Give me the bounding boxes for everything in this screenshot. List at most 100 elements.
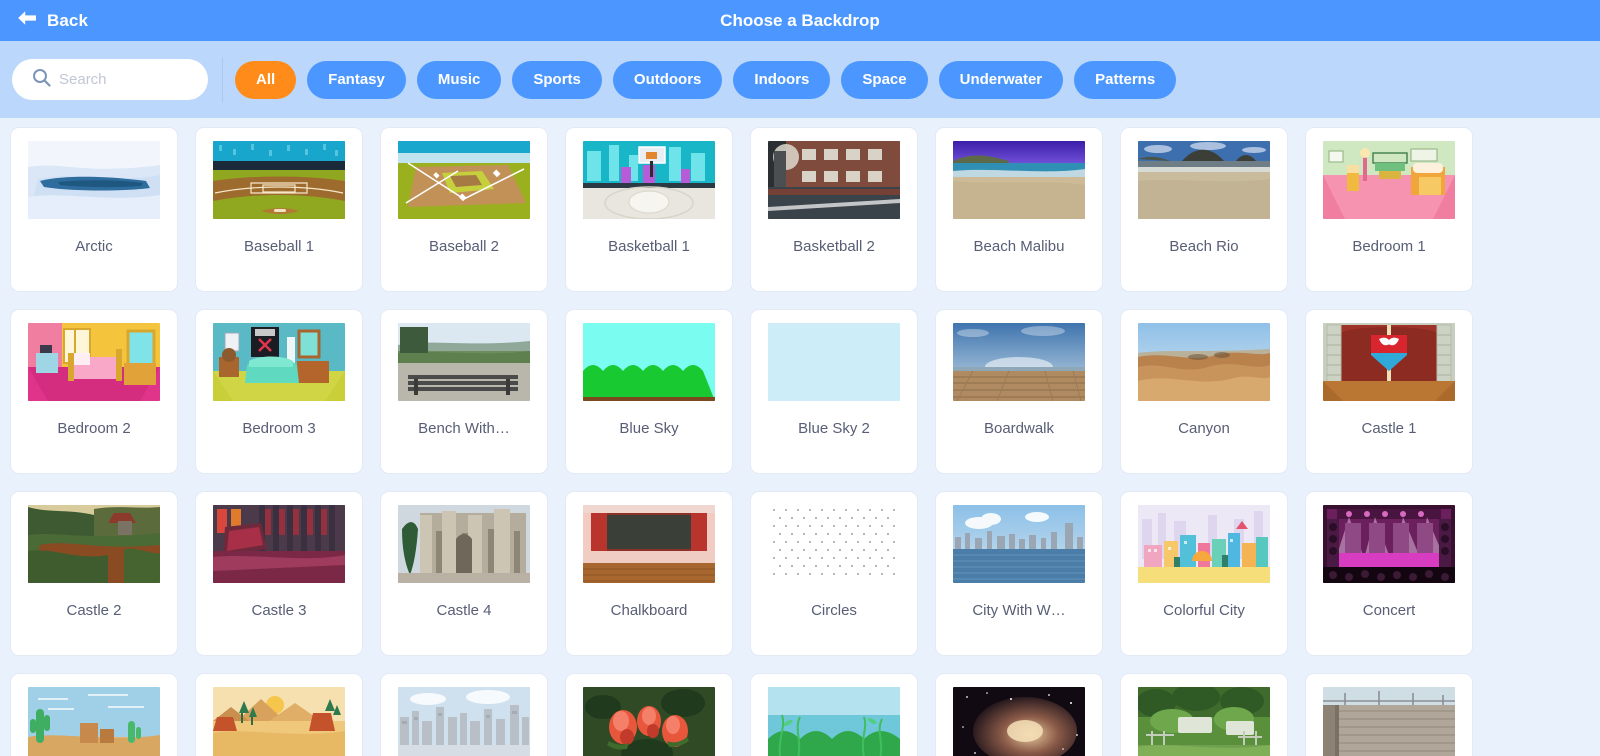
- backdrop-card[interactable]: Greek Theater: [1305, 673, 1473, 756]
- backdrop-label: Beach Rio: [1169, 238, 1239, 255]
- backdrop-card[interactable]: Desert 2: [195, 673, 363, 756]
- backdrop-thumbnail: [583, 141, 715, 219]
- backdrop-thumbnail: [28, 505, 160, 583]
- back-button[interactable]: Back: [0, 0, 104, 41]
- category-filter-fantasy[interactable]: Fantasy: [307, 60, 406, 99]
- backdrop-thumbnail: [953, 505, 1085, 583]
- backdrop-label: Bench With…: [418, 420, 510, 437]
- backdrop-thumbnail: [28, 141, 160, 219]
- backdrop-label: Chalkboard: [610, 602, 688, 619]
- back-label: Back: [47, 10, 89, 30]
- backdrop-card[interactable]: Bedroom 1: [1305, 127, 1473, 292]
- search-field-wrapper: [12, 59, 208, 100]
- category-filter-label: Indoors: [754, 71, 810, 88]
- backdrop-thumbnail: [583, 505, 715, 583]
- filter-divider: [222, 56, 223, 103]
- backdrop-label: Castle 4: [436, 602, 492, 619]
- backdrop-thumbnail: [398, 323, 530, 401]
- backdrop-thumbnail: [1138, 687, 1270, 756]
- category-filter-music[interactable]: Music: [416, 60, 502, 99]
- category-filter-patterns[interactable]: Patterns: [1074, 60, 1177, 99]
- backdrop-label: Basketball 1: [608, 238, 690, 255]
- backdrop-card[interactable]: Castle 4: [380, 491, 548, 656]
- backdrop-thumbnail: [1323, 505, 1455, 583]
- backdrop-label: Arctic: [75, 238, 113, 255]
- backdrop-thumbnail: [1138, 505, 1270, 583]
- backdrop-thumbnail: [953, 687, 1085, 756]
- backdrop-label: City With W…: [972, 602, 1066, 619]
- backdrop-card[interactable]: Beach Malibu: [935, 127, 1103, 292]
- backdrop-card[interactable]: Blue Sky: [565, 309, 733, 474]
- category-filter-label: Space: [862, 71, 907, 88]
- category-filter-indoors[interactable]: Indoors: [733, 60, 831, 99]
- backdrop-card[interactable]: Blue Sky 2: [750, 309, 918, 474]
- backdrop-card[interactable]: Castle 1: [1305, 309, 1473, 474]
- backdrop-thumbnail: [28, 687, 160, 756]
- backdrop-card[interactable]: Flowers: [750, 673, 918, 756]
- backdrop-label: Bedroom 2: [57, 420, 131, 437]
- backdrop-card[interactable]: Chalkboard: [565, 491, 733, 656]
- filter-bar: All Fantasy Music Sports Outdoors Indoors Spac…: [0, 41, 1600, 118]
- page-title: Choose a Backdrop: [720, 10, 880, 30]
- backdrop-thumbnail: [953, 323, 1085, 401]
- backdrop-card[interactable]: Bench With…: [380, 309, 548, 474]
- category-filter-label: Sports: [533, 71, 581, 88]
- category-filter-all[interactable]: All: [235, 60, 297, 99]
- backdrop-card[interactable]: Castle 2: [10, 491, 178, 656]
- backdrop-label: Castle 2: [66, 602, 122, 619]
- backdrop-thumbnail: [583, 687, 715, 756]
- backdrop-card[interactable]: Circles: [750, 491, 918, 656]
- backdrop-card[interactable]: Galaxy: [935, 673, 1103, 756]
- category-filter-outdoors[interactable]: Outdoors: [612, 60, 723, 99]
- backdrop-card[interactable]: Garden Rock: [1120, 673, 1288, 756]
- backdrop-label: Beach Malibu: [973, 238, 1065, 255]
- search-input[interactable]: [12, 59, 208, 100]
- backdrop-label: Bedroom 3: [242, 420, 316, 437]
- category-filter-sports[interactable]: Sports: [512, 60, 602, 99]
- backdrop-label: Blue Sky: [619, 420, 679, 437]
- backdrop-card[interactable]: Baseball 2: [380, 127, 548, 292]
- backdrop-card[interactable]: Arctic: [10, 127, 178, 292]
- backdrop-card[interactable]: City With W…: [935, 491, 1103, 656]
- backdrop-card[interactable]: Bedroom 3: [195, 309, 363, 474]
- backdrop-card[interactable]: Colorful City: [1120, 491, 1288, 656]
- backdrop-grid-scroll[interactable]: Arctic Baseball 1 Baseball 2 Basketball …: [0, 118, 1600, 756]
- category-filter-space[interactable]: Space: [841, 60, 928, 99]
- category-filter-label: Patterns: [1095, 71, 1156, 88]
- backdrop-label: Canyon: [1178, 420, 1230, 437]
- backdrop-thumbnail: [1323, 687, 1455, 756]
- backdrop-card[interactable]: Basketball 2: [750, 127, 918, 292]
- backdrop-thumbnail: [398, 141, 530, 219]
- backdrop-card[interactable]: Canyon: [1120, 309, 1288, 474]
- backdrop-thumbnail: [768, 141, 900, 219]
- backdrop-thumbnail: [213, 505, 345, 583]
- backdrop-card[interactable]: Basketball 1: [565, 127, 733, 292]
- backdrop-card[interactable]: Castle 3: [195, 491, 363, 656]
- backdrop-thumbnail: [213, 323, 345, 401]
- backdrop-card[interactable]: Concert: [1305, 491, 1473, 656]
- backdrop-label: Bedroom 1: [1352, 238, 1426, 255]
- category-filter-label: Underwater: [959, 71, 1043, 88]
- backdrop-thumbnail: [583, 323, 715, 401]
- backdrop-card[interactable]: Bedroom 2: [10, 309, 178, 474]
- backdrop-label: Castle 3: [251, 602, 307, 619]
- arrow-left-icon: [16, 10, 38, 31]
- backdrop-card[interactable]: Field At Mit: [565, 673, 733, 756]
- backdrop-thumbnail: [213, 141, 345, 219]
- category-filter-label: All: [256, 71, 276, 88]
- backdrop-thumbnail: [1323, 323, 1455, 401]
- backdrop-card[interactable]: Farm: [380, 673, 548, 756]
- backdrop-thumbnail: [768, 687, 900, 756]
- backdrop-thumbnail: [398, 505, 530, 583]
- category-filter-label: Fantasy: [328, 71, 385, 88]
- backdrop-card[interactable]: Boardwalk: [935, 309, 1103, 474]
- backdrop-card[interactable]: Baseball 1: [195, 127, 363, 292]
- category-filter-label: Outdoors: [633, 71, 702, 88]
- page-header: Back Choose a Backdrop: [0, 0, 1600, 41]
- backdrop-label: Circles: [811, 602, 857, 619]
- backdrop-thumbnail: [953, 141, 1085, 219]
- category-filter-underwater[interactable]: Underwater: [938, 60, 1064, 99]
- backdrop-card[interactable]: Beach Rio: [1120, 127, 1288, 292]
- backdrop-thumbnail: [1138, 323, 1270, 401]
- backdrop-card[interactable]: Desert: [10, 673, 178, 756]
